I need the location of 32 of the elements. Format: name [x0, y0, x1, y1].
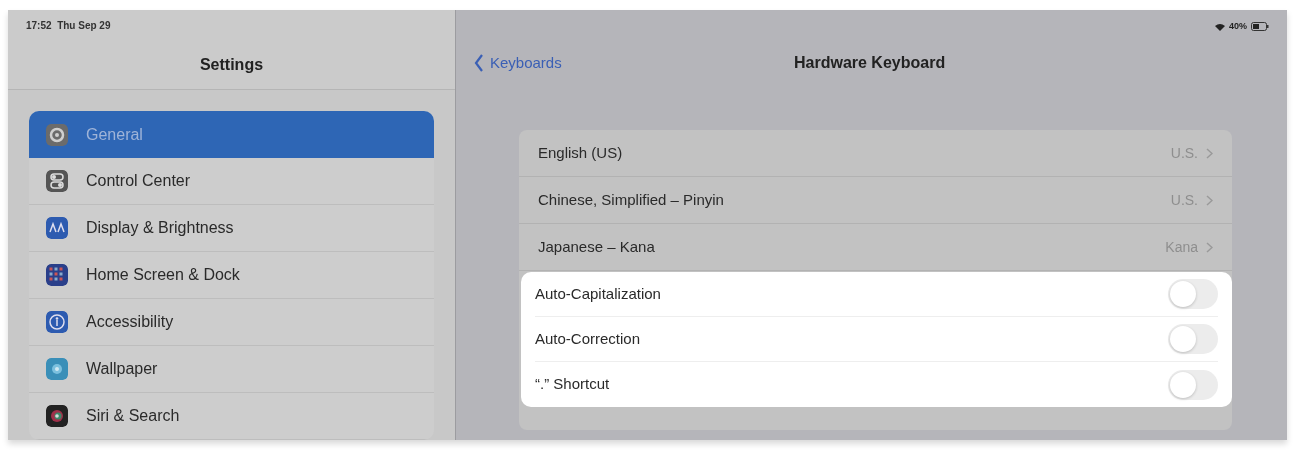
keyboard-name: Japanese – Kana	[538, 236, 656, 257]
gear-icon	[46, 123, 68, 146]
chevron-right-icon	[1206, 194, 1213, 206]
toggle-switch[interactable]	[1168, 324, 1218, 354]
keyboard-name: Chinese, Simplified – Pinyin	[538, 189, 725, 210]
sidebar-item[interactable]: Control Center	[29, 158, 434, 205]
sidebar-item[interactable]: Home Screen & Dock	[29, 252, 434, 299]
page-title: Hardware Keyboard	[794, 52, 946, 73]
sidebar-item[interactable]: Display & Brightness	[29, 205, 434, 252]
toggle-switch[interactable]	[1168, 369, 1218, 400]
wifi-icon	[1215, 22, 1225, 31]
chevron-right-icon	[1206, 241, 1213, 253]
battery-percent: 40%	[1229, 20, 1247, 33]
battery-icon	[1251, 22, 1269, 32]
toggle-switch[interactable]	[1168, 279, 1218, 309]
accessibility-icon	[46, 311, 68, 333]
option-label: Auto-Correction	[535, 328, 642, 349]
sidebar-item[interactable]: Wallpaper	[29, 346, 434, 393]
option-label: “.” Shortcut	[535, 374, 611, 395]
option-label: Auto-Capitalization	[535, 283, 662, 304]
status-time: 17:52 Thu Sep 29	[26, 19, 111, 33]
sidebar-item[interactable]: Siri & Search	[29, 393, 434, 440]
chevron-right-icon	[1206, 147, 1213, 159]
text-size-icon	[46, 217, 68, 239]
sidebar-item[interactable]: Accessibility	[29, 299, 434, 346]
app-grid-icon	[46, 264, 68, 286]
flower-icon	[46, 358, 68, 380]
siri-icon	[46, 405, 68, 427]
sidebar-title: Settings	[199, 55, 264, 75]
chevron-left-icon	[474, 53, 484, 72]
keyboard-name: English (US)	[538, 142, 624, 163]
toggles-icon	[46, 170, 68, 192]
